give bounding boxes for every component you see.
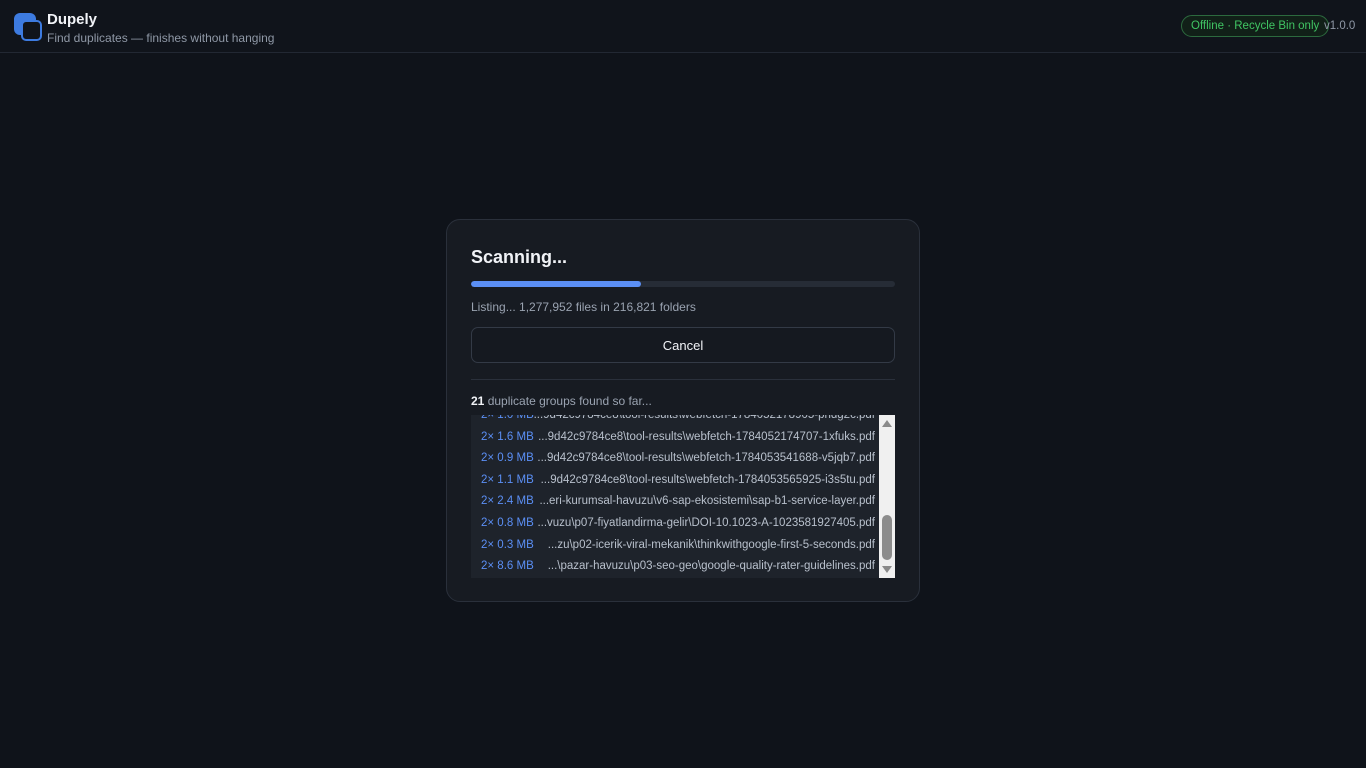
scan-title: Scanning... (471, 247, 568, 267)
group-size: 2× 1.0 MB (481, 415, 534, 421)
scan-dialog: Scanning... Listing... 1,277,952 files i… (446, 219, 920, 602)
group-path: ...9d42c9784ce8\tool-results\webfetch-17… (538, 430, 875, 443)
scan-status: Listing... 1,277,952 files in 216,821 fo… (471, 300, 696, 314)
duplicate-group-row[interactable]: 2× 1.0 MB ...9d42c9784ce8\tool-results\we… (471, 415, 875, 427)
group-size: 2× 0.8 MB (481, 516, 534, 529)
group-path: ...\pazar-havuzu\p03-seo-geo\google-qual… (547, 560, 875, 573)
scroll-up-arrow-icon[interactable] (882, 420, 892, 427)
app-tagline: Find duplicates — finishes without hangi… (47, 31, 275, 45)
group-size: 2× 1.6 MB (481, 430, 534, 443)
duplicate-group-row[interactable]: 2× 8.6 MB ...\pazar-havuzu\p03-seo-geo\go… (471, 556, 875, 578)
group-size: 2× 1.1 MB (481, 473, 534, 486)
group-path: ...9d42c9784ce8\tool-results\webfetch-17… (533, 415, 875, 421)
divider (471, 379, 895, 380)
app-name: Dupely (47, 11, 98, 28)
cancel-button[interactable]: Cancel (471, 327, 895, 363)
group-size: 2× 2.4 MB (481, 495, 534, 508)
duplicate-group-row[interactable]: 2× 2.4 MB ...eri-kurumsal-havuzu\v6-sap-e… (471, 491, 875, 513)
scroll-thumb[interactable] (882, 515, 892, 560)
group-path: ...eri-kurumsal-havuzu\v6-sap-ekosistemi… (539, 495, 875, 508)
duplicate-groups-list[interactable]: 2× 1.0 MB ...9d42c9784ce8\tool-results\we… (471, 415, 895, 578)
group-path: ...zu\p02-icerik-viral-mekanik\thinkwith… (547, 538, 875, 551)
app-logo-icon (14, 13, 44, 43)
duplicate-group-row[interactable]: 2× 0.8 MB ...vuzu\p07-fiyatlandirma-gelir… (471, 513, 875, 535)
mode-badge: Offline · Recycle Bin only (1181, 15, 1330, 37)
version-label: v1.0.0 (1324, 20, 1356, 32)
scroll-down-arrow-icon[interactable] (882, 566, 892, 573)
list-scrollbar[interactable] (879, 415, 895, 578)
top-bar: Dupely Find duplicates — finishes withou… (0, 0, 1366, 53)
group-size: 2× 8.6 MB (481, 560, 534, 573)
progress-bar (471, 281, 895, 287)
group-path: ...9d42c9784ce8\tool-results\webfetch-17… (537, 452, 875, 465)
duplicate-group-row[interactable]: 2× 1.1 MB ...9d42c9784ce8\tool-results\we… (471, 470, 875, 492)
progress-bar-fill (471, 281, 641, 287)
duplicate-group-row[interactable]: 2× 1.6 MB ...9d42c9784ce8\tool-results\we… (471, 427, 875, 449)
duplicate-group-row[interactable]: 2× 0.9 MB ...9d42c9784ce8\tool-results\we… (471, 448, 875, 470)
group-path: ...vuzu\p07-fiyatlandirma-gelir\DOI-10.1… (537, 516, 875, 529)
duplicate-group-row[interactable]: 2× 0.3 MB ...zu\p02-icerik-viral-mekanik\… (471, 535, 875, 557)
groups-label: duplicate groups found so far... (487, 394, 652, 408)
group-size: 2× 0.3 MB (481, 538, 534, 551)
groups-found-text: 21 duplicate groups found so far... (471, 394, 652, 408)
group-path: ...9d42c9784ce8\tool-results\webfetch-17… (540, 473, 875, 486)
groups-count: 21 (471, 394, 485, 408)
group-size: 2× 0.9 MB (481, 452, 534, 465)
